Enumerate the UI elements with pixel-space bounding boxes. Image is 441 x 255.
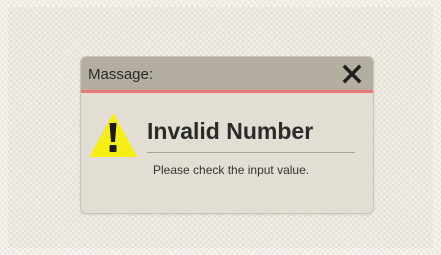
message-dialog: Massage: Invalid Number Please check the… <box>80 56 374 214</box>
warning-icon <box>89 113 137 157</box>
heading-divider <box>147 152 355 153</box>
close-button[interactable] <box>341 62 363 86</box>
dialog-titlebar: Massage: <box>81 57 373 93</box>
dialog-heading: Invalid Number <box>147 118 314 144</box>
dialog-title: Massage: <box>88 66 154 83</box>
dialog-message: Please check the input value. <box>153 163 310 177</box>
close-icon <box>342 64 362 84</box>
